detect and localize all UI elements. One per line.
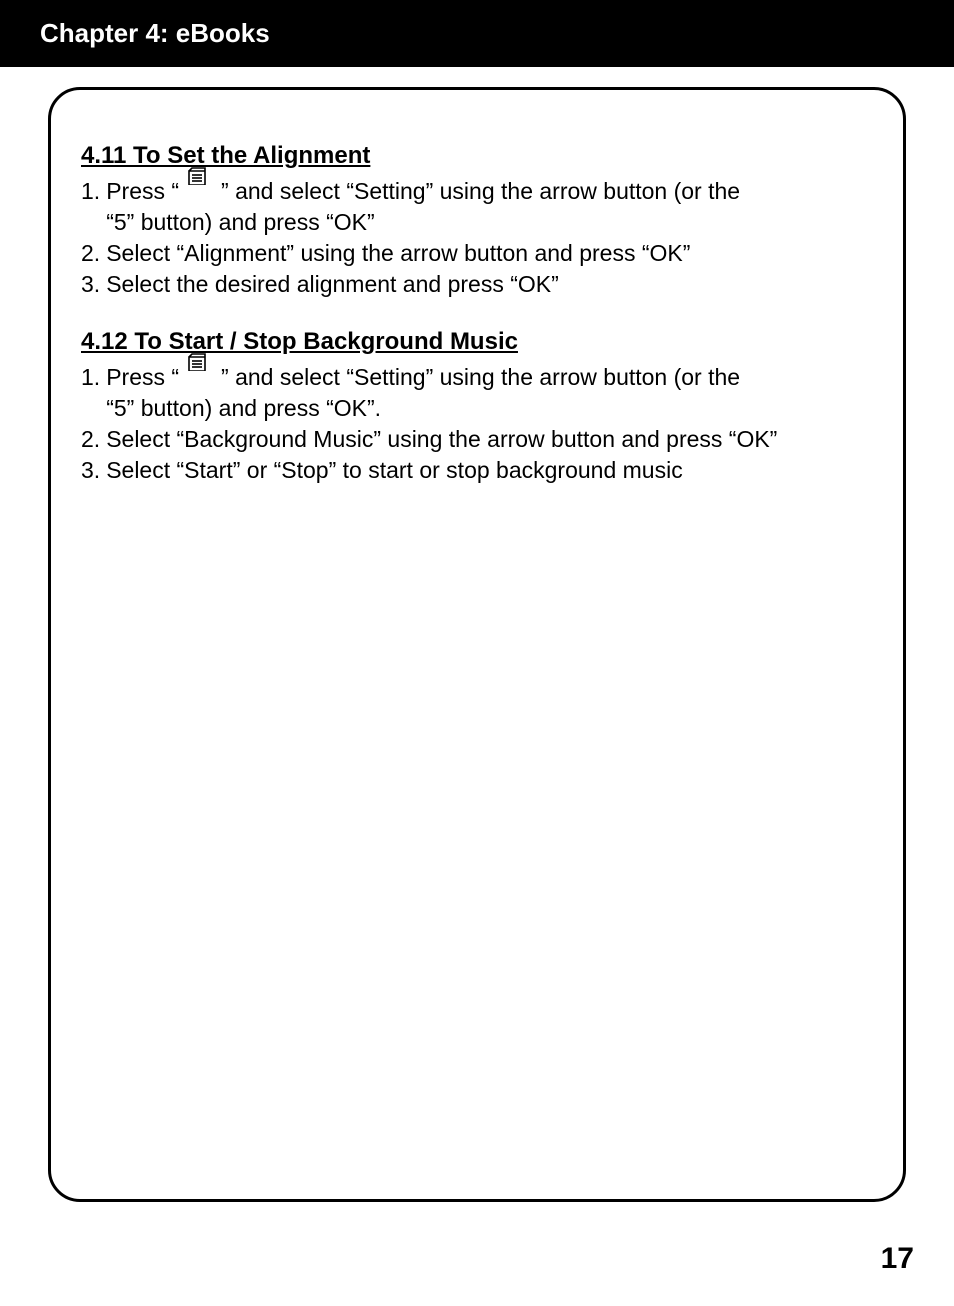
- section-heading: 4.11 To Set the Alignment: [81, 142, 873, 170]
- chapter-header: Chapter 4: eBooks: [0, 0, 954, 67]
- step-number: 3.: [81, 269, 100, 300]
- page-content-frame: 4.11 To Set the Alignment 1. Press “ ” an…: [48, 87, 906, 1202]
- step-text: Select “Start” or “Stop” to start or sto…: [106, 455, 683, 486]
- step-number: 3.: [81, 455, 100, 486]
- chapter-title: Chapter 4: eBooks: [40, 18, 270, 48]
- step-text-cont: “5” button) and press “OK”.: [106, 393, 740, 424]
- step-item: 1. Press “ ” and select “Setting” using t…: [81, 362, 873, 424]
- step-item: 3. Select the desired alignment and pres…: [81, 269, 873, 300]
- step-text-after: ” and select “Setting” using the arrow b…: [221, 364, 740, 390]
- menu-icon: [187, 353, 207, 371]
- step-item: 1. Press “ ” and select “Setting” using t…: [81, 176, 873, 238]
- step-number: 1.: [81, 362, 100, 393]
- step-text: Select “Background Music” using the arro…: [106, 424, 777, 455]
- step-text: Select the desired alignment and press “…: [106, 269, 559, 300]
- menu-icon-slot: [179, 362, 221, 385]
- step-text: Select “Alignment” using the arrow butto…: [106, 238, 690, 269]
- step-item: 2. Select “Alignment” using the arrow bu…: [81, 238, 873, 269]
- section-4-11: 4.11 To Set the Alignment 1. Press “ ” an…: [81, 142, 873, 300]
- step-text-cont: “5” button) and press “OK”: [106, 207, 740, 238]
- step-text-before: Press “: [106, 364, 179, 390]
- section-4-12: 4.12 To Start / Stop Background Music 1.…: [81, 328, 873, 486]
- step-item: 2. Select “Background Music” using the a…: [81, 424, 873, 455]
- step-number: 2.: [81, 424, 100, 455]
- step-text: Press “ ” and select “Setting” using the …: [106, 362, 740, 424]
- step-text-after: ” and select “Setting” using the arrow b…: [221, 178, 740, 204]
- page-number: 17: [881, 1242, 914, 1276]
- step-number: 1.: [81, 176, 100, 207]
- step-item: 3. Select “Start” or “Stop” to start or …: [81, 455, 873, 486]
- step-number: 2.: [81, 238, 100, 269]
- menu-icon-slot: [179, 176, 221, 199]
- step-text: Press “ ” and select “Setting” using the …: [106, 176, 740, 238]
- section-heading: 4.12 To Start / Stop Background Music: [81, 328, 873, 356]
- menu-icon: [187, 167, 207, 185]
- step-text-before: Press “: [106, 178, 179, 204]
